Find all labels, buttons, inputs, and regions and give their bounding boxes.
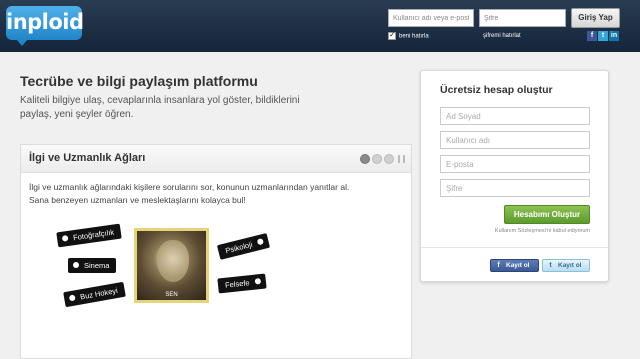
signup-title: Ücretsiz hesap oluştur bbox=[440, 84, 553, 96]
twitter-icon: t bbox=[549, 262, 552, 269]
panel-title: İlgi ve Uzmanlık Ağları bbox=[29, 152, 146, 164]
facebook-icon: f bbox=[497, 262, 500, 269]
portrait-label: SEN bbox=[165, 292, 178, 298]
tag-sinema: Sinema bbox=[68, 258, 117, 273]
twitter-signup-label: Kayıt ol bbox=[558, 262, 582, 269]
email-field[interactable] bbox=[440, 155, 590, 173]
username-input[interactable] bbox=[388, 9, 474, 27]
full-name-field[interactable] bbox=[440, 107, 590, 125]
signup-box: Ücretsiz hesap oluştur Hesabımı Oluştur … bbox=[420, 70, 609, 282]
divider bbox=[421, 247, 608, 248]
logo[interactable]: inploid bbox=[6, 6, 84, 46]
login-button[interactable]: Giriş Yap bbox=[571, 8, 620, 28]
slide-dot[interactable] bbox=[360, 154, 370, 164]
terms-text[interactable]: Kullanım Sözleşmesi'ni kabul ediyorum bbox=[440, 228, 590, 234]
twitter-icon[interactable]: t bbox=[598, 31, 608, 41]
social-links: f t in bbox=[587, 31, 619, 41]
remember-me[interactable]: beni hatırla bbox=[388, 30, 429, 40]
slider-controls bbox=[360, 154, 405, 164]
page-headline: Tecrübe ve bilgi paylaşım platformu bbox=[20, 73, 258, 89]
slide-dot[interactable] bbox=[372, 154, 382, 164]
feature-panel: İlgi ve Uzmanlık Ağları İlgi ve uzmanlık… bbox=[20, 144, 412, 359]
password-field[interactable] bbox=[440, 179, 590, 197]
username-field[interactable] bbox=[440, 131, 590, 149]
remember-label: beni hatırla bbox=[399, 33, 429, 40]
forgot-password-link[interactable]: şifremi hatırlat bbox=[483, 33, 521, 39]
portrait-face bbox=[157, 240, 189, 282]
linkedin-icon[interactable]: in bbox=[609, 31, 619, 41]
pause-icon[interactable] bbox=[398, 155, 405, 163]
panel-header: İlgi ve Uzmanlık Ağları bbox=[21, 145, 411, 173]
facebook-signup-button[interactable]: f Kayıt ol bbox=[490, 259, 539, 272]
facebook-signup-label: Kayıt ol bbox=[506, 262, 530, 269]
top-bar: inploid Giriş Yap beni hatırla şifremi h… bbox=[0, 0, 640, 52]
panel-description: İlgi ve uzmanlık ağlarındaki kişilere so… bbox=[29, 182, 350, 205]
remember-checkbox[interactable] bbox=[388, 30, 396, 40]
create-account-button[interactable]: Hesabımı Oluştur bbox=[504, 205, 590, 224]
password-input[interactable] bbox=[479, 9, 566, 27]
page-subtext: Kaliteli bilgiye ulaş, cevaplarınla insa… bbox=[20, 95, 300, 120]
facebook-icon[interactable]: f bbox=[587, 31, 597, 41]
slide-dot[interactable] bbox=[384, 154, 394, 164]
user-portrait: SEN bbox=[134, 228, 209, 303]
twitter-signup-button[interactable]: t Kayıt ol bbox=[542, 259, 590, 272]
